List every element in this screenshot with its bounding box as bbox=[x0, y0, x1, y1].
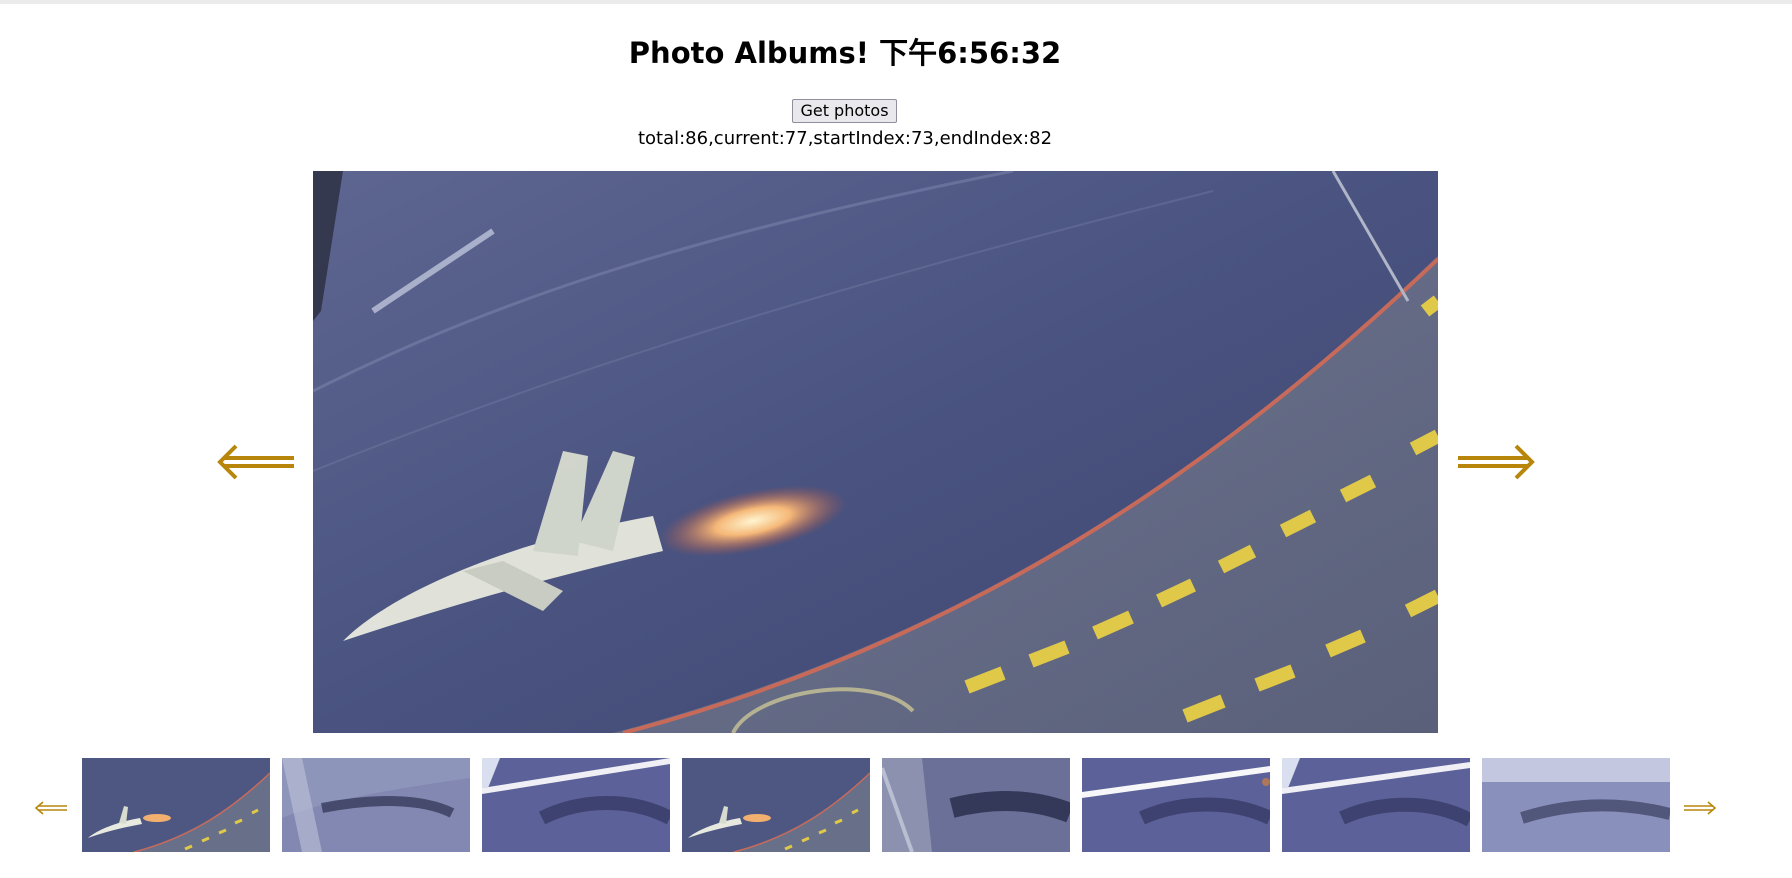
thumbnail[interactable] bbox=[482, 758, 670, 852]
thumbnail[interactable] bbox=[282, 758, 470, 852]
thumbnail[interactable] bbox=[882, 758, 1070, 852]
thumbnail[interactable] bbox=[1482, 758, 1670, 852]
thumbnail-image bbox=[882, 758, 1070, 852]
thumbnail-image bbox=[682, 758, 870, 852]
photo-albums-page: Photo Albums! 下午6:56:32 Get photos total… bbox=[0, 0, 1792, 878]
thumbnail[interactable] bbox=[1282, 758, 1470, 852]
left-double-arrow-icon bbox=[217, 444, 294, 480]
thumbnail-image bbox=[1282, 758, 1470, 852]
right-double-arrow-icon bbox=[1458, 444, 1535, 480]
next-photo-button[interactable] bbox=[1456, 422, 1536, 502]
thumbnail-image bbox=[482, 758, 670, 852]
thumbnail-strip bbox=[0, 758, 1792, 852]
status-text: total:86,current:77,startIndex:73,endInd… bbox=[637, 128, 1053, 149]
thumbnail[interactable] bbox=[82, 758, 270, 852]
top-divider bbox=[0, 0, 1792, 4]
page-title: Photo Albums! 下午6:56:32 bbox=[628, 36, 1062, 70]
prev-photo-button[interactable] bbox=[216, 422, 296, 502]
next-thumbs-button[interactable] bbox=[1682, 797, 1718, 819]
thumbnail-image bbox=[82, 758, 270, 852]
thumbnail[interactable] bbox=[682, 758, 870, 852]
thumbnail[interactable] bbox=[1082, 758, 1270, 852]
main-photo-image bbox=[313, 171, 1438, 733]
main-photo bbox=[313, 171, 1438, 733]
right-double-arrow-icon bbox=[1684, 801, 1717, 815]
thumbnail-image bbox=[1482, 758, 1670, 852]
thumbnail-image bbox=[282, 758, 470, 852]
thumbnail-image bbox=[1082, 758, 1270, 852]
get-photos-button[interactable]: Get photos bbox=[792, 99, 897, 123]
